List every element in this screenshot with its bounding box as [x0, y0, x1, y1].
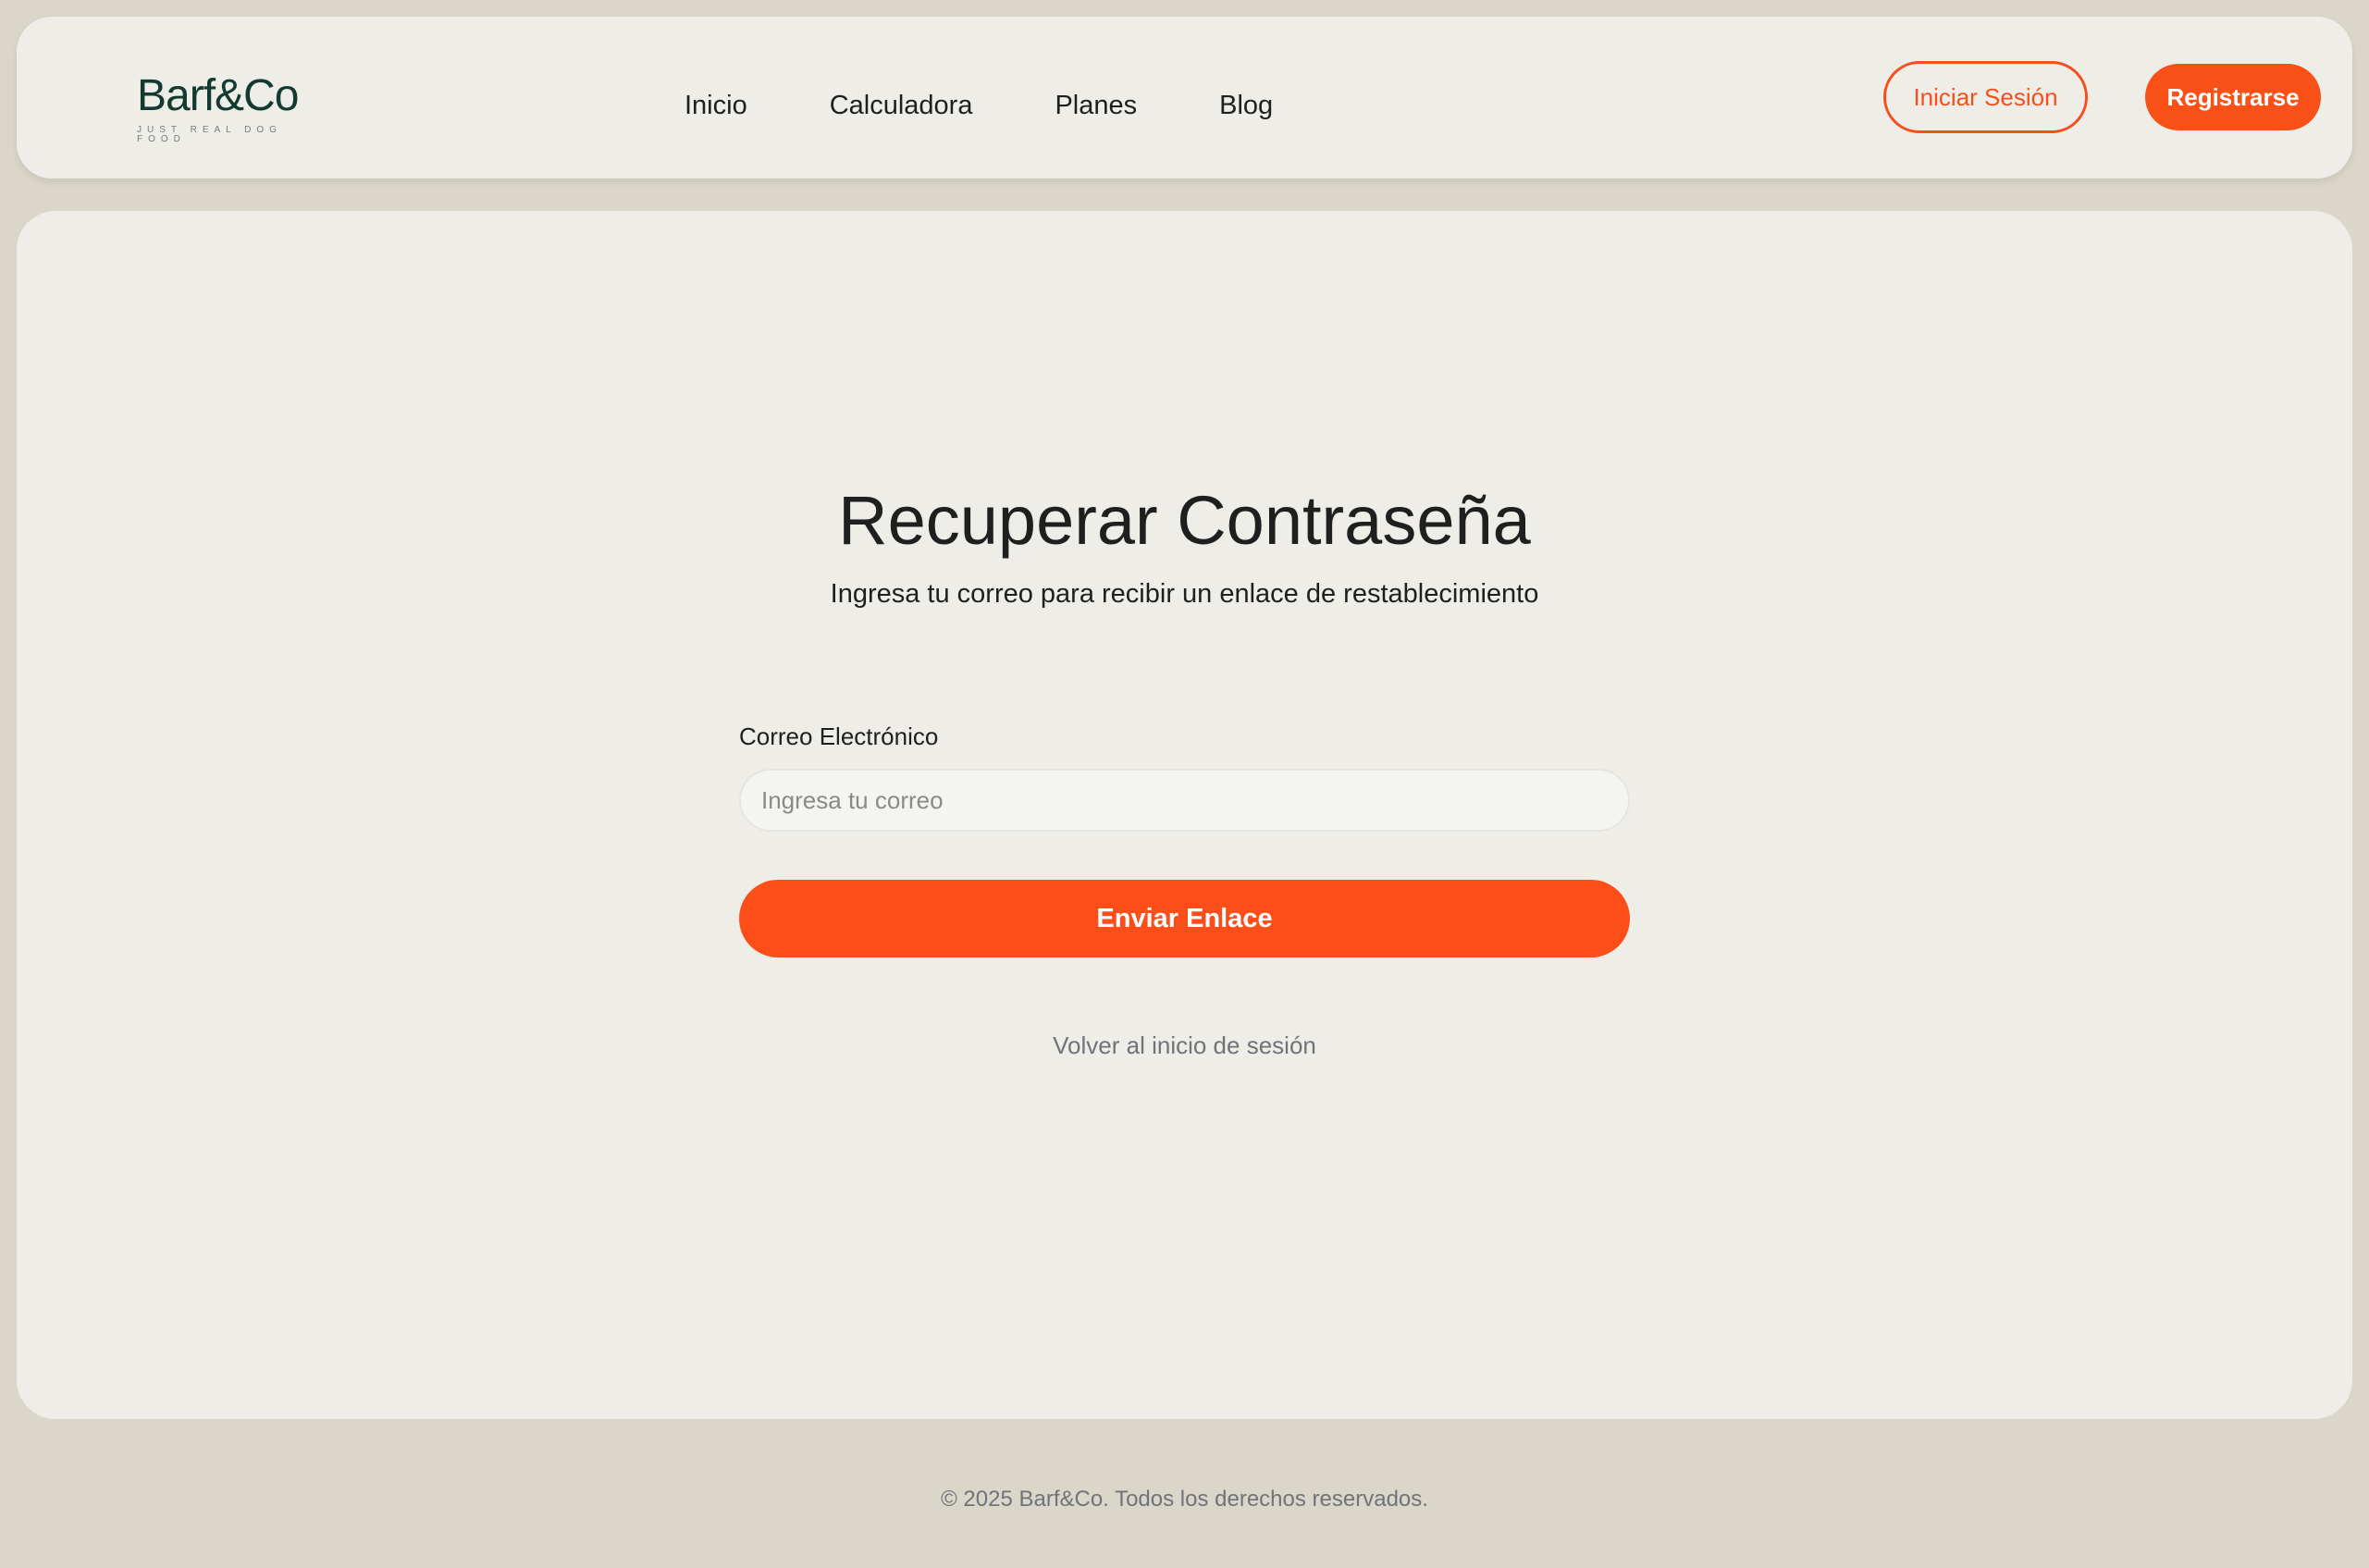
recover-password-card: Recuperar Contraseña Ingresa tu correo p…: [17, 211, 2352, 1419]
nav-item-planes[interactable]: Planes: [1055, 93, 1137, 119]
nav-item-calculadora[interactable]: Calculadora: [830, 93, 973, 119]
logo-wordmark: Barf&Co: [137, 71, 299, 120]
register-button[interactable]: Registrarse: [2145, 64, 2321, 130]
main-nav: Inicio Calculadora Planes Blog: [685, 93, 1273, 119]
page-title: Recuperar Contraseña: [838, 482, 1531, 559]
nav-item-blog[interactable]: Blog: [1219, 93, 1273, 119]
send-link-button[interactable]: Enviar Enlace: [739, 880, 1630, 957]
login-button[interactable]: Iniciar Sesión: [1883, 61, 2088, 133]
logo-tagline: JUST REAL DOG FOOD: [137, 125, 282, 144]
brand-logo[interactable]: Barf&Co JUST REAL DOG FOOD: [137, 74, 331, 157]
back-to-login-link[interactable]: Volver al inicio de sesión: [739, 1033, 1630, 1057]
page-subtitle: Ingresa tu correo para recibir un enlace…: [830, 579, 1539, 609]
recover-form: Correo Electrónico Enviar Enlace Volver …: [739, 724, 1630, 1057]
site-header: Barf&Co JUST REAL DOG FOOD Inicio Calcul…: [17, 17, 2352, 179]
nav-item-inicio[interactable]: Inicio: [685, 93, 747, 119]
footer-copyright: © 2025 Barf&Co. Todos los derechos reser…: [941, 1487, 1428, 1512]
email-label: Correo Electrónico: [739, 722, 939, 750]
email-input[interactable]: [739, 769, 1630, 832]
